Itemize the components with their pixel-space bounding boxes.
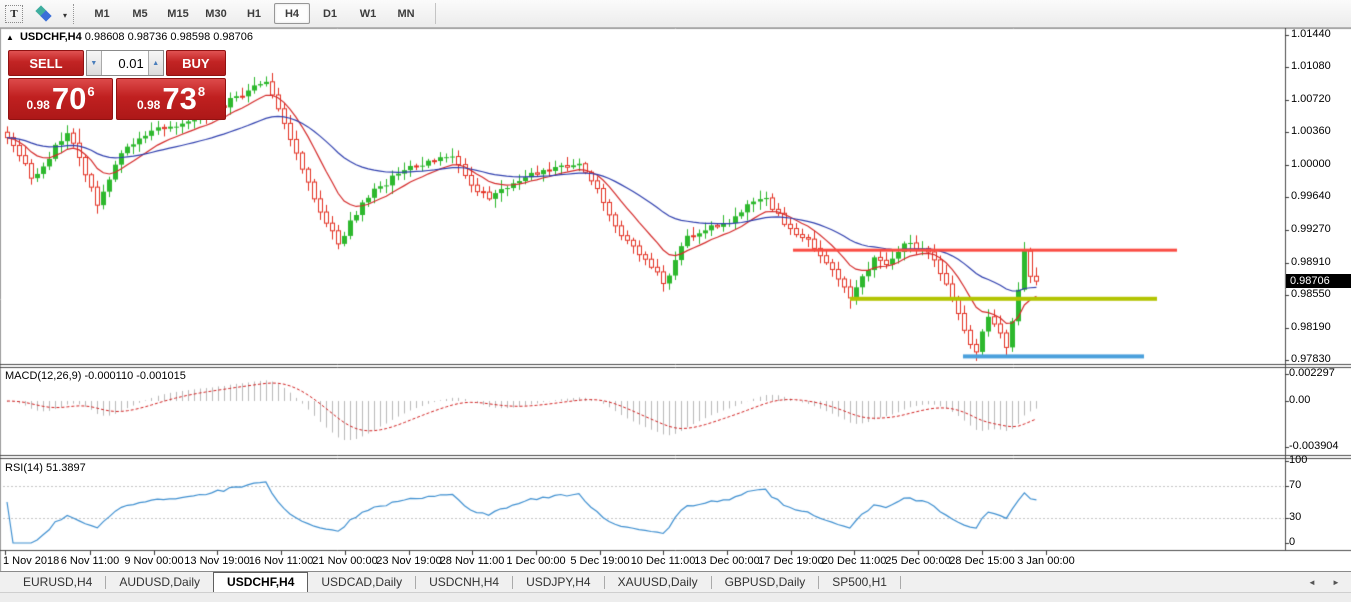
buy-price-prefix: 0.98 [137,98,160,112]
volume-input[interactable] [102,51,148,75]
price-axis-label: 1.00720 [1291,93,1331,106]
volume-spinner: ▼ ▲ [86,50,164,76]
chart-ohlc-values: 0.98608 0.98736 0.98598 0.98706 [85,31,253,43]
rsi-axis-label: 70 [1289,479,1301,492]
tab-xauusd-daily[interactable]: XAUUSD,Daily [605,572,711,592]
time-axis-label: 16 Nov 11:00 [249,555,314,568]
chart-symbol-period: USDCHF,H4 [20,31,82,43]
tab-usdjpy-h4[interactable]: USDJPY,H4 [513,572,603,592]
tab-audusd-daily[interactable]: AUDUSD,Daily [106,572,213,592]
price-axis-label: 1.00360 [1291,125,1331,138]
time-axis-label: 23 Nov 19:00 [376,555,441,568]
price-axis-label: 0.98550 [1291,288,1331,301]
timeframe-m5-button[interactable]: M5 [122,3,158,24]
tab-eurusd-h4[interactable]: EURUSD,H4 [10,572,105,592]
time-axis-label: 20 Dec 11:00 [822,555,887,568]
rsi-axis-label: 0 [1289,536,1295,549]
toolbar-separator [435,3,436,24]
chart-window: ▲ USDCHF,H4 0.98608 0.98736 0.98598 0.98… [0,28,1351,571]
price-axis-label: 0.99640 [1291,190,1331,203]
buy-price-pip: 8 [198,84,205,99]
time-axis-label: 17 Dec 19:00 [758,555,823,568]
sell-price-pip: 6 [87,84,94,99]
chevron-down-icon: ▾ [63,11,67,20]
time-axis-label: 1 Dec 00:00 [506,555,565,568]
one-click-trading-panel: SELL ▼ ▲ BUY 0.98 70 6 0.98 73 8 [8,50,226,120]
shapes-tool-icon[interactable]: ▾ [33,5,59,23]
rsi-value: 51.3897 [46,462,86,474]
timeframe-m1-button[interactable]: M1 [84,3,120,24]
price-axis-label: 1.00000 [1291,158,1331,171]
tab-usdcnh-h4[interactable]: USDCNH,H4 [416,572,512,592]
chart-title: ▲ USDCHF,H4 0.98608 0.98736 0.98598 0.98… [6,31,253,43]
rsi-axis-label: 100 [1289,454,1307,467]
timeframe-mn-button[interactable]: MN [388,3,424,24]
macd-label: MACD(12,26,9) -0.000110 -0.001015 [5,370,186,382]
timeframe-w1-button[interactable]: W1 [350,3,386,24]
chart-collapse-icon[interactable]: ▲ [6,33,14,42]
status-bar [0,592,1351,602]
time-axis-label: 9 Nov 00:00 [124,555,183,568]
time-axis-label: 25 Dec 00:00 [885,555,950,568]
time-axis-label: 3 Jan 00:00 [1017,555,1075,568]
timeframe-h4-button[interactable]: H4 [274,3,310,24]
timeframe-h1-button[interactable]: H1 [236,3,272,24]
time-axis-label: 28 Dec 15:00 [949,555,1014,568]
sell-price-prefix: 0.98 [26,98,49,112]
buy-price-big: 73 [162,79,196,119]
time-axis-label: 28 Nov 11:00 [440,555,505,568]
volume-decrease-button[interactable]: ▼ [87,51,102,75]
rsi-axis-label: 30 [1289,511,1301,524]
macd-axis-label: 0.002297 [1289,367,1335,380]
sell-price-display[interactable]: 0.98 70 6 [8,78,113,120]
current-price-badge: 0.98706 [1286,274,1351,288]
price-axis-label: 1.01080 [1291,60,1331,73]
tab-scroll-right-icon[interactable]: ► [1329,575,1343,589]
time-axis-label: 5 Dec 19:00 [570,555,629,568]
mt-terminal: T ▾ M1 M5 M15 M30 H1 H4 D1 W1 MN ▲ USDCH… [0,0,1351,602]
price-axis-label: 1.01440 [1291,28,1331,41]
price-axis-label: 0.97830 [1291,353,1331,366]
buy-button[interactable]: BUY [166,50,226,76]
tab-sp500-h1[interactable]: SP500,H1 [819,572,900,592]
time-axis-label: 13 Nov 19:00 [184,555,249,568]
timeframe-d1-button[interactable]: D1 [312,3,348,24]
time-axis-label: 1 Nov 2018 [3,555,59,568]
price-axis-label: 0.98190 [1291,321,1331,334]
chart-tab-bar: EURUSD,H4 AUDUSD,Daily USDCHF,H4 USDCAD,… [0,571,1351,592]
text-tool-icon[interactable]: T [5,5,23,23]
volume-increase-button[interactable]: ▲ [148,51,163,75]
tab-usdchf-h4[interactable]: USDCHF,H4 [213,572,308,593]
price-axis-label: 0.98910 [1291,256,1331,269]
tab-scroll-left-icon[interactable]: ◄ [1305,575,1319,589]
tab-usdcad-daily[interactable]: USDCAD,Daily [308,572,415,592]
tab-separator [900,576,901,589]
timeframe-m15-button[interactable]: M15 [160,3,196,24]
buy-price-display[interactable]: 0.98 73 8 [116,78,226,120]
macd-values: -0.000110 -0.001015 [84,370,185,382]
time-axis-label: 21 Nov 00:00 [312,555,377,568]
timeframe-m30-button[interactable]: M30 [198,3,234,24]
time-axis-label: 10 Dec 11:00 [631,555,696,568]
toolbar-drag-handle[interactable] [73,4,77,24]
time-axis-label: 6 Nov 11:00 [61,555,120,568]
toolbar: T ▾ M1 M5 M15 M30 H1 H4 D1 W1 MN [0,0,1351,28]
rsi-label: RSI(14) 51.3897 [5,462,86,474]
sell-button[interactable]: SELL [8,50,84,76]
price-axis-label: 0.99270 [1291,223,1331,236]
macd-axis-label: 0.00 [1289,394,1310,407]
macd-axis-label: -0.003904 [1289,440,1339,453]
sell-price-big: 70 [52,79,86,119]
time-axis-label: 13 Dec 00:00 [694,555,759,568]
tab-gbpusd-daily[interactable]: GBPUSD,Daily [712,572,819,592]
